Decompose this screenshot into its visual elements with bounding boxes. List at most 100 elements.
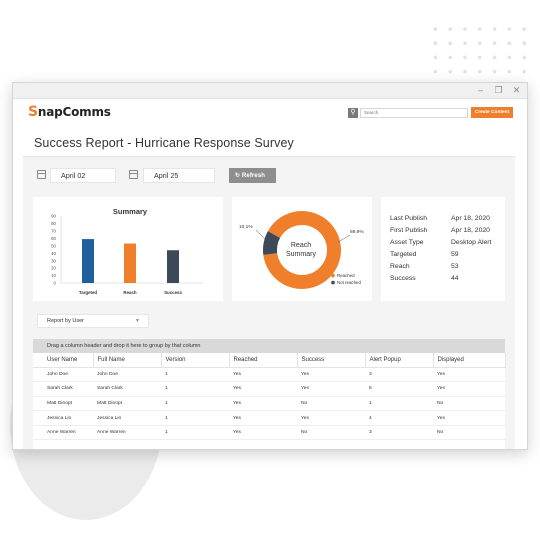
table-cell: 1	[161, 425, 229, 441]
table-row[interactable]: Anne Warren Anne Warren 1 Yes No 3 No	[33, 425, 505, 441]
report-by-dropdown[interactable]: Report by User ▼	[37, 314, 149, 328]
table-cell: John Doe	[33, 367, 93, 383]
table-cell: 1	[161, 396, 229, 412]
info-value: Desktop Alert	[451, 239, 492, 246]
table-cell: Yes	[229, 367, 297, 383]
x-tick-label: Targeted	[79, 290, 98, 295]
background-dot-grid	[428, 22, 536, 80]
info-row: Reach 53	[390, 263, 459, 270]
y-tick-label: 70	[51, 228, 56, 233]
report-content: Success Report - Hurricane Response Surv…	[23, 127, 515, 449]
x-tick-label: Reach	[123, 290, 136, 295]
table-cell: 1	[365, 396, 433, 412]
label-leader-line	[255, 229, 266, 240]
info-row: Success 44	[390, 275, 459, 282]
y-tick-label: 10	[51, 273, 56, 278]
table-cell: No	[297, 396, 365, 412]
table-cell: Yes	[433, 381, 505, 397]
create-content-button[interactable]: Create Content	[471, 107, 513, 118]
table-cell: Sarah Clark	[93, 381, 161, 397]
info-label: Asset Type	[390, 239, 424, 246]
label-leader-line	[337, 234, 351, 243]
restore-icon[interactable]: ❐	[494, 85, 503, 96]
table-row[interactable]: Jessica Lin Jessica Lin 1 Yes Yes 4 Yes	[33, 410, 505, 426]
info-row: Last Publish Apr 18, 2020	[390, 215, 490, 222]
column-header[interactable]: User Name	[33, 353, 94, 368]
page-title-bar: Success Report - Hurricane Response Surv…	[23, 127, 515, 157]
close-icon[interactable]: ✕	[512, 85, 521, 96]
info-label: Success	[390, 275, 416, 282]
app-window: – ❐ ✕ SnapComms ⚲ Search Create Content …	[12, 82, 528, 450]
info-row: First Publish Apr 18, 2020	[390, 227, 490, 234]
app-header: SnapComms ⚲ Search Create Content	[13, 99, 527, 125]
column-header[interactable]: Reached	[229, 353, 298, 368]
end-date-field[interactable]: April 25	[143, 168, 215, 183]
bar-targeted[interactable]	[82, 239, 94, 283]
table-cell: 3	[365, 367, 433, 383]
table-cell: John Doe	[93, 367, 161, 383]
table-cell: Jessica Lin	[33, 410, 93, 426]
table-cell: Jessica Lin	[93, 410, 161, 426]
y-tick-label: 40	[51, 251, 56, 256]
start-date-field[interactable]: April 02	[50, 168, 116, 183]
column-header[interactable]: Displayed	[433, 353, 506, 368]
report-table: User Name Full Name Version Reached Success A…	[33, 353, 506, 441]
legend-label: Not reached	[337, 280, 361, 285]
table-cell: No	[297, 425, 365, 441]
table-cell: 1	[161, 367, 229, 383]
refresh-button[interactable]: ↻ Refresh	[229, 168, 276, 183]
search-icon[interactable]: ⚲	[348, 108, 358, 118]
y-tick-label: 20	[51, 266, 56, 271]
minimize-icon[interactable]: –	[476, 85, 485, 96]
donut-center-title: Reach	[291, 242, 311, 249]
table-cell: Yes	[229, 381, 297, 397]
donut-center-title: Summary	[286, 251, 316, 258]
group-by-drop-zone[interactable]: Drag a column header and drop it here to…	[33, 339, 505, 353]
refresh-label: Refresh	[241, 172, 265, 179]
column-header[interactable]: Success	[297, 353, 366, 368]
reach-summary-panel: Reach Summary 10,1% 89,9% Reached Not reac…	[232, 197, 372, 301]
slice-value-label: 89,9%	[350, 229, 364, 235]
calendar-icon[interactable]	[129, 170, 138, 179]
bar-reach[interactable]	[124, 243, 136, 283]
info-value: Apr 18, 2020	[451, 227, 490, 234]
bar-success[interactable]	[167, 250, 179, 283]
legend-marker	[331, 280, 335, 285]
info-label: First Publish	[390, 227, 428, 234]
calendar-icon[interactable]	[37, 170, 46, 179]
y-tick-label: 0	[54, 281, 57, 286]
slice-value-label: 10,1%	[239, 224, 253, 230]
table-cell: Yes	[297, 410, 365, 426]
table-cell: 1	[161, 381, 229, 397]
table-row[interactable]: Matt Dinopt Matt Dinopt 1 Yes No 1 No	[33, 396, 505, 412]
date-filter-row: April 02 April 25 ↻ Refresh	[23, 167, 515, 185]
info-value: 59	[451, 251, 459, 258]
column-header[interactable]: Full Name	[93, 353, 162, 368]
info-row: Targeted 59	[390, 251, 459, 258]
table-cell: Yes	[433, 410, 505, 426]
table-cell: Matt Dinopt	[33, 396, 93, 412]
legend-label: Reached	[337, 273, 355, 278]
table-cell: 4	[365, 410, 433, 426]
report-info-panel: Last Publish Apr 18, 2020 First Publish Apr…	[381, 197, 505, 301]
table-cell: Yes	[229, 410, 297, 426]
chevron-down-icon: ▼	[135, 318, 140, 324]
table-cell: No	[433, 425, 505, 441]
column-header[interactable]: Alert Popup	[365, 353, 434, 368]
summary-bar-chart: Summary 0 10 20 30 40 50 60 70 80 90 Targeted Reac…	[51, 207, 203, 295]
table-row[interactable]: John Doe John Doe 1 Yes Yes 3 Yes	[33, 367, 505, 383]
search-input[interactable]: Search	[360, 108, 468, 118]
table-row[interactable]: Sarah Clark Sarah Clark 1 Yes Yes 6 Yes	[33, 381, 505, 397]
y-tick-label: 60	[51, 236, 56, 241]
table-cell: 6	[365, 381, 433, 397]
search-bar: ⚲ Search	[348, 108, 468, 118]
refresh-icon: ↻	[235, 172, 242, 179]
info-label: Targeted	[390, 251, 417, 258]
table-cell: Yes	[297, 381, 365, 397]
snapcomms-logo: SnapComms	[28, 104, 111, 120]
table-cell: Anne Warren	[93, 425, 161, 441]
info-row: Asset Type Desktop Alert	[390, 239, 491, 246]
info-value: 53	[451, 263, 459, 270]
column-header[interactable]: Version	[161, 353, 230, 368]
legend-marker	[331, 273, 335, 278]
